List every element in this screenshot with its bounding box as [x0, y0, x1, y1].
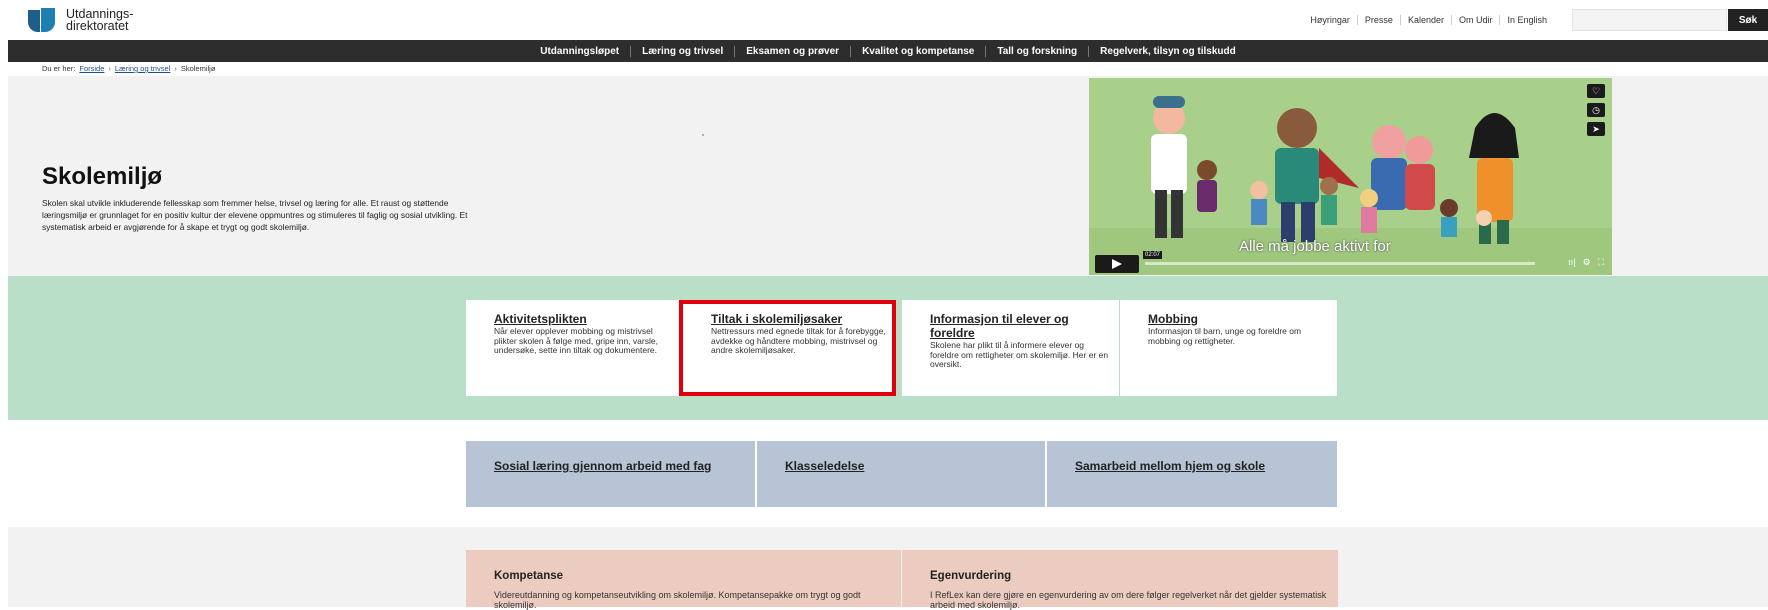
logo-text: Utdannings- direktoratet: [66, 8, 133, 33]
nav-item-regelverk[interactable]: Regelverk, tilsyn og tilskudd: [1088, 45, 1247, 57]
nav-item-laering-og-trivsel[interactable]: Læring og trivsel: [630, 45, 734, 57]
main-navigation: Utdanningsløpet Læring og trivsel Eksame…: [8, 40, 1768, 62]
search-input[interactable]: [1572, 9, 1727, 31]
breadcrumb-separator: ›: [174, 64, 177, 73]
breadcrumb-separator: ›: [108, 64, 111, 73]
page-intro: Skolen skal utvikle inkluderende felless…: [42, 198, 468, 232]
video-duration: 02:07: [1143, 251, 1163, 259]
nav-item-utdanningslopet[interactable]: Utdanningsløpet: [529, 46, 630, 57]
share-icon[interactable]: ➤: [1587, 122, 1605, 136]
card-title[interactable]: Tiltak i skolemiljøsaker: [711, 312, 886, 326]
watch-later-icon[interactable]: ◷: [1587, 103, 1605, 117]
video-progress-bar[interactable]: [1145, 262, 1535, 265]
settings-icon[interactable]: ⚙: [1583, 257, 1591, 268]
play-button[interactable]: [1095, 255, 1139, 273]
search-button[interactable]: Søk: [1728, 9, 1768, 31]
card-text: Informasjon til barn, unge og foreldre o…: [1148, 326, 1302, 346]
card-title[interactable]: Informasjon til elever og foreldre: [930, 312, 1109, 340]
card-informasjon-til-elever[interactable]: Informasjon til elever og foreldre Skole…: [902, 300, 1119, 396]
card-text: Nettressurs med egnede tiltak for å fore…: [711, 326, 886, 355]
tile-text: Videreutdanning og kompetanseutvikling o…: [494, 590, 861, 610]
nav-item-tall-og-forskning[interactable]: Tall og forskning: [985, 45, 1088, 57]
utility-links: Høyringar Presse Kalender Om Udir In Eng…: [1303, 15, 1554, 25]
utility-link-hoyringar[interactable]: Høyringar: [1303, 15, 1357, 25]
card-aktivitetsplikten[interactable]: Aktivitetsplikten Når elever opplever mo…: [466, 300, 683, 396]
video-control-icons: ıı| ⚙ ⛶: [1568, 257, 1604, 268]
tile-title[interactable]: Kompetanse: [494, 570, 891, 582]
breadcrumb-current: Skolemiljø: [180, 64, 216, 73]
card-text: Skolene har plikt til å informere elever…: [930, 340, 1109, 369]
topic-sosial-laering[interactable]: Sosial læring gjennom arbeid med fag: [466, 441, 755, 507]
tile-kompetanse[interactable]: Kompetanse Videreutdanning og kompetanse…: [466, 550, 901, 610]
utility-link-kalender[interactable]: Kalender: [1399, 15, 1451, 25]
fullscreen-icon[interactable]: ⛶: [1598, 257, 1604, 268]
tile-title[interactable]: Egenvurdering: [930, 570, 1328, 582]
video-controls: 02:07 ıı| ⚙ ⛶: [1089, 251, 1612, 275]
video-player[interactable]: ♡ ◷ ➤ Alle må jobbe aktivt for 02:07 ıı|…: [1089, 78, 1612, 275]
topic-title[interactable]: Samarbeid mellom hjem og skole: [1075, 459, 1317, 473]
card-title[interactable]: Mobbing: [1148, 312, 1327, 326]
card-text: Når elever opplever mobbing og mistrivse…: [494, 326, 658, 355]
card-title[interactable]: Aktivitetsplikten: [494, 312, 673, 326]
card-mobbing[interactable]: Mobbing Informasjon til barn, unge og fo…: [1119, 300, 1337, 396]
breadcrumb-link-forside[interactable]: Forside: [79, 64, 104, 73]
breadcrumb: Du er her: Forside › Læring og trivsel ›…: [42, 64, 215, 73]
decorative-dot: [702, 134, 704, 136]
utility-link-om-udir[interactable]: Om Udir: [1450, 15, 1500, 25]
breadcrumb-link-laering-og-trivsel[interactable]: Læring og trivsel: [115, 64, 170, 73]
tile-text: I RefLex kan dere gjøre en egenvurdering…: [930, 590, 1327, 610]
tile-egenvurdering[interactable]: Egenvurdering I RefLex kan dere gjøre en…: [902, 550, 1338, 610]
card-tiltak-i-skolemiljosaker[interactable]: Tiltak i skolemiljøsaker Nettressurs med…: [679, 300, 896, 396]
site-header: Utdannings- direktoratet Høyringar Press…: [0, 0, 1768, 40]
topic-title[interactable]: Sosial læring gjennom arbeid med fag: [494, 459, 735, 473]
like-icon[interactable]: ♡: [1587, 84, 1605, 98]
topic-samarbeid-hjem-skole[interactable]: Samarbeid mellom hjem og skole: [1047, 441, 1337, 507]
utility-link-presse[interactable]: Presse: [1356, 15, 1400, 25]
breadcrumb-prefix: Du er her:: [42, 64, 76, 73]
nav-item-kvalitet-og-kompetanse[interactable]: Kvalitet og kompetanse: [850, 45, 985, 57]
utility-link-in-english[interactable]: In English: [1499, 15, 1554, 25]
logo-line-2: direktoratet: [66, 19, 129, 33]
nav-item-eksamen-og-prover[interactable]: Eksamen og prøver: [734, 45, 850, 57]
topic-klasseledelse[interactable]: Klasseledelse: [757, 441, 1045, 507]
topic-title[interactable]: Klasseledelse: [785, 459, 1025, 473]
udir-logo-icon: [28, 8, 58, 32]
udir-logo[interactable]: Utdannings- direktoratet: [28, 8, 133, 32]
page-title: Skolemiljø: [42, 163, 163, 190]
volume-icon[interactable]: ıı|: [1568, 257, 1575, 268]
